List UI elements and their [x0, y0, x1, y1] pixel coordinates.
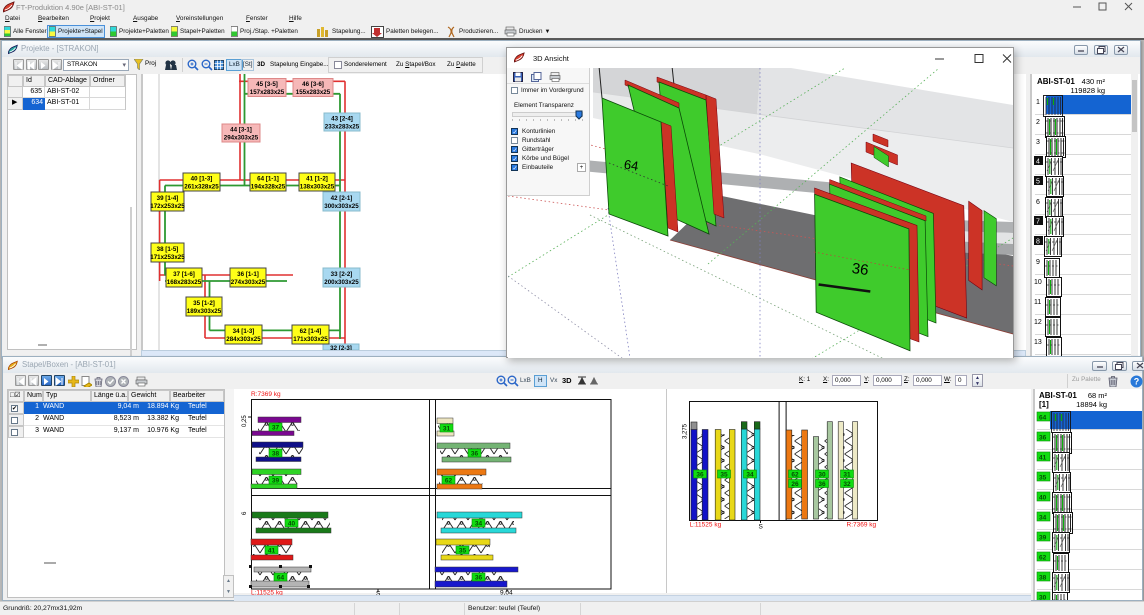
svg-text:37: 37: [272, 425, 280, 432]
svg-text:ABI-ST-01: ABI-ST-01: [1039, 391, 1077, 400]
svg-text:40: 40: [288, 521, 296, 528]
svg-text:30: 30: [818, 472, 826, 479]
svg-text:30: 30: [1039, 595, 1047, 601]
svg-text:41 [1-2]: 41 [1-2]: [306, 176, 328, 183]
svg-text:42 [2-1]: 42 [2-1]: [331, 195, 353, 202]
svg-text:38: 38: [1039, 575, 1047, 582]
svg-text:31: 31: [843, 472, 851, 479]
svg-text:194x328x25: 194x328x25: [251, 184, 286, 191]
svg-text:34 [1-3]: 34 [1-3]: [233, 328, 255, 335]
svg-text:33 [2-2]: 33 [2-2]: [331, 271, 353, 278]
svg-text:155x283x25: 155x283x25: [296, 89, 331, 96]
svg-text:171x253x25: 171x253x25: [150, 254, 185, 261]
svg-text:ABI-ST-01: ABI-ST-01: [1037, 77, 1075, 86]
svg-text:34: 34: [1039, 515, 1047, 522]
svg-text:189x303x25: 189x303x25: [187, 308, 222, 315]
svg-text:39 [1-4]: 39 [1-4]: [157, 195, 179, 202]
svg-text:36: 36: [471, 451, 479, 458]
svg-text:39: 39: [272, 478, 280, 485]
svg-text:2: 2: [1036, 119, 1040, 126]
svg-text:68 m²: 68 m²: [1088, 391, 1108, 400]
svg-text:138x303x25: 138x303x25: [300, 184, 335, 191]
svg-text:171x303x25: 171x303x25: [293, 336, 328, 343]
svg-text:64 [1-1]: 64 [1-1]: [257, 176, 279, 183]
svg-text:300x303x25: 300x303x25: [324, 203, 359, 210]
svg-text:R:7369 kg: R:7369 kg: [251, 391, 281, 398]
svg-text:35 [1-2]: 35 [1-2]: [193, 300, 215, 307]
svg-text:38 [1-5]: 38 [1-5]: [157, 246, 179, 253]
svg-text:3: 3: [1036, 139, 1040, 146]
svg-text:R:7369 kg: R:7369 kg: [847, 522, 877, 529]
svg-text:35: 35: [459, 548, 467, 555]
svg-text:26: 26: [791, 481, 799, 488]
svg-text:4: 4: [1036, 159, 1040, 166]
svg-text:S: S: [759, 524, 764, 531]
svg-text:36: 36: [851, 260, 870, 279]
svg-text:284x303x25: 284x303x25: [226, 336, 261, 343]
svg-text:32: 32: [843, 481, 851, 488]
svg-text:0,25: 0,25: [242, 415, 248, 427]
svg-text:64: 64: [623, 157, 640, 174]
svg-text:43 [2-4]: 43 [2-4]: [331, 116, 353, 123]
svg-text:200x303x25: 200x303x25: [324, 279, 359, 286]
svg-text:62 [1-4]: 62 [1-4]: [300, 328, 322, 335]
svg-text:157x283x25: 157x283x25: [250, 89, 285, 96]
svg-text:34: 34: [475, 521, 483, 528]
svg-text:36: 36: [475, 575, 483, 582]
svg-text:41: 41: [268, 548, 276, 555]
svg-text:10: 10: [1034, 279, 1042, 286]
svg-text:11: 11: [1034, 299, 1041, 306]
svg-text:36 [1-1]: 36 [1-1]: [237, 271, 259, 278]
svg-text:13: 13: [1034, 339, 1042, 346]
svg-text:36: 36: [696, 472, 704, 479]
svg-text:34: 34: [746, 472, 754, 479]
svg-text:62: 62: [1039, 555, 1047, 562]
svg-text:6: 6: [242, 511, 248, 515]
svg-text:44 [3-1]: 44 [3-1]: [230, 127, 252, 134]
svg-text:46 [3-6]: 46 [3-6]: [302, 81, 324, 88]
svg-text:172x253x25: 172x253x25: [150, 203, 185, 210]
svg-text:3,275: 3,275: [683, 423, 689, 439]
svg-text:64: 64: [277, 575, 285, 582]
svg-text:45 [3-5]: 45 [3-5]: [256, 81, 278, 88]
svg-text:62: 62: [445, 478, 453, 485]
svg-text:233x283x25: 233x283x25: [325, 124, 360, 131]
svg-text:40: 40: [1039, 495, 1047, 502]
svg-text:39: 39: [1039, 535, 1047, 542]
svg-text:36: 36: [1039, 435, 1047, 442]
svg-text:168x283x25: 168x283x25: [167, 279, 202, 286]
svg-text:64: 64: [1039, 415, 1047, 422]
svg-text:L:11525 kg: L:11525 kg: [690, 522, 722, 529]
svg-text:62: 62: [791, 472, 799, 479]
svg-text:8: 8: [1036, 239, 1040, 246]
svg-text:35: 35: [1039, 475, 1047, 482]
svg-text:[1]: [1]: [1039, 400, 1049, 409]
svg-text:37 [1-6]: 37 [1-6]: [173, 271, 195, 278]
svg-text:41: 41: [1039, 455, 1047, 462]
svg-text:5: 5: [1036, 179, 1040, 186]
svg-text:1: 1: [1036, 99, 1040, 106]
svg-text:?: ?: [1134, 377, 1140, 387]
svg-text:35: 35: [720, 472, 728, 479]
svg-text:12: 12: [1034, 319, 1042, 326]
svg-text:38: 38: [272, 451, 280, 458]
svg-text:274x303x25: 274x303x25: [231, 279, 266, 286]
svg-text:40 [1-3]: 40 [1-3]: [191, 176, 213, 183]
svg-text:36: 36: [818, 481, 826, 488]
svg-text:18894 kg: 18894 kg: [1076, 400, 1107, 409]
svg-text:119828 kg: 119828 kg: [1071, 86, 1105, 95]
svg-text:430 m²: 430 m²: [1082, 77, 1106, 86]
svg-text:9: 9: [1036, 259, 1040, 266]
svg-text:31: 31: [443, 426, 451, 433]
svg-text:6: 6: [1036, 199, 1040, 206]
svg-text:294x303x25: 294x303x25: [224, 135, 259, 142]
svg-text:261x328x25: 261x328x25: [184, 184, 219, 191]
svg-text:7: 7: [1036, 219, 1040, 226]
